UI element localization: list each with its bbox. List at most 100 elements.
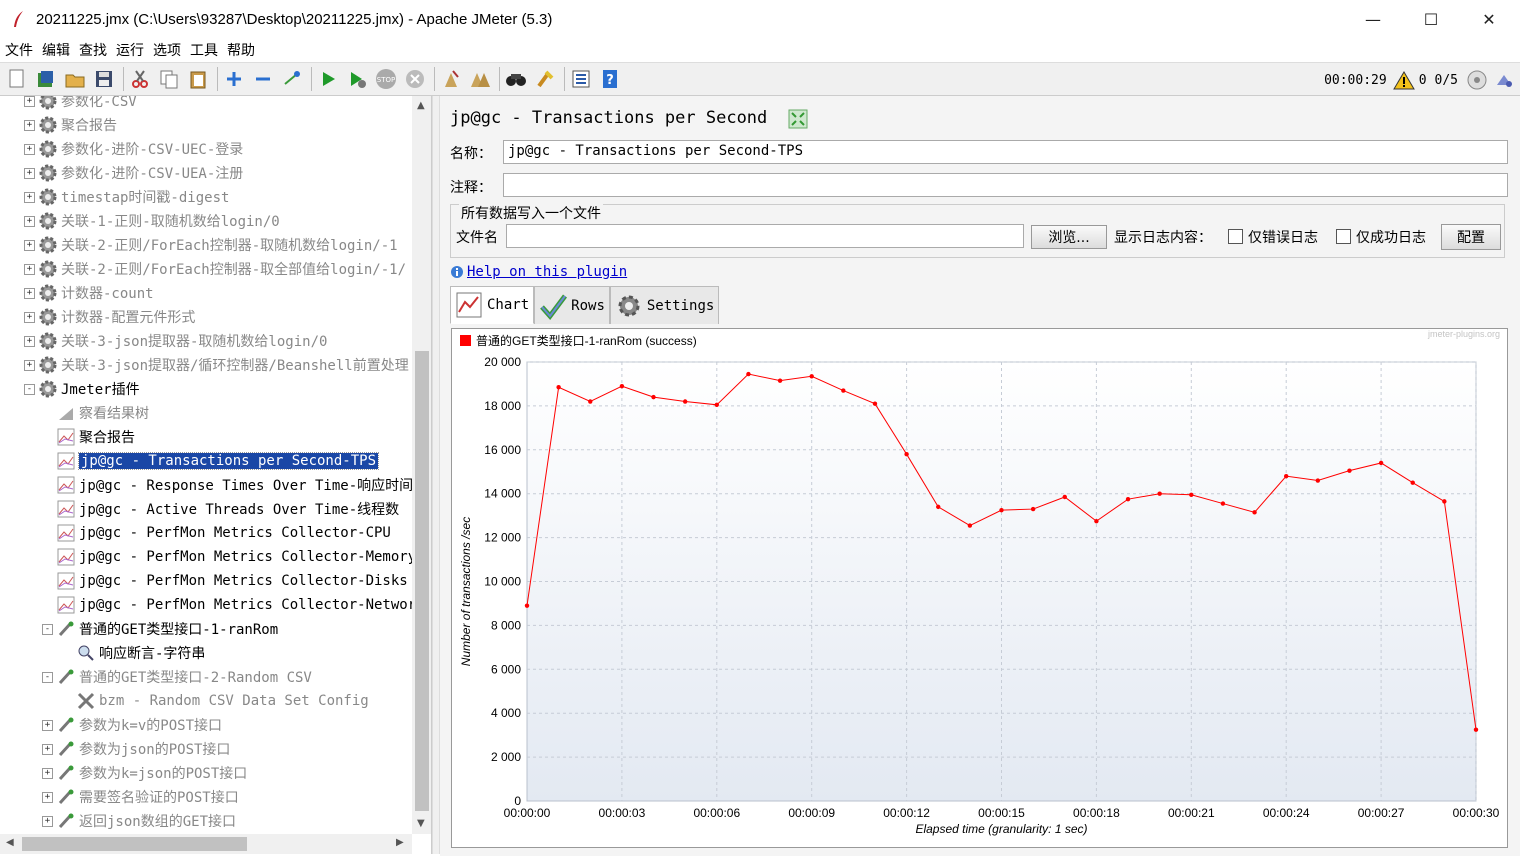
- expand-node-icon[interactable]: +: [24, 215, 35, 227]
- stop-icon[interactable]: STOP: [373, 66, 399, 92]
- menu-file[interactable]: 文件: [4, 40, 34, 60]
- tree-node[interactable]: + 关联-2-正则/ForEach控制器-取随机数给login/-1: [24, 233, 398, 257]
- name-field[interactable]: jp@gc - Transactions per Second-TPS: [503, 140, 1508, 164]
- tab-chart[interactable]: Chart: [450, 286, 535, 324]
- collapse-node-icon[interactable]: -: [42, 671, 53, 683]
- warning-icon[interactable]: [1392, 70, 1415, 90]
- expand-node-icon[interactable]: +: [42, 791, 53, 803]
- help-link[interactable]: Help on this plugin: [467, 264, 627, 280]
- scroll-up-icon[interactable]: ▲: [417, 100, 425, 111]
- expand-node-icon[interactable]: +: [24, 263, 35, 275]
- templates-icon[interactable]: [33, 66, 59, 92]
- configure-button[interactable]: 配置: [1441, 224, 1501, 250]
- expand-node-icon[interactable]: +: [24, 311, 35, 323]
- start-no-pause-icon[interactable]: [344, 66, 370, 92]
- tree-node[interactable]: + 关联-1-正则-取随机数给login/0: [24, 209, 280, 233]
- tree-node[interactable]: + 聚合报告: [24, 113, 117, 137]
- paste-icon[interactable]: [185, 66, 211, 92]
- function-helper-icon[interactable]: [568, 66, 594, 92]
- comment-field[interactable]: [503, 173, 1508, 197]
- browse-button[interactable]: 浏览...: [1031, 225, 1107, 249]
- expand-node-icon[interactable]: +: [24, 143, 35, 155]
- tree-node[interactable]: jp@gc - Response Times Over Time-响应时间: [42, 473, 412, 497]
- expand-node-icon[interactable]: +: [24, 287, 35, 299]
- expand-node-icon[interactable]: +: [24, 335, 35, 347]
- expand-panel-icon[interactable]: [788, 109, 808, 133]
- scroll-down-icon[interactable]: ▼: [417, 818, 425, 829]
- scroll-right-icon[interactable]: ▶: [396, 837, 404, 848]
- tree-node[interactable]: - 普通的GET类型接口-1-ranRom: [42, 617, 278, 641]
- help-icon[interactable]: ?: [597, 66, 623, 92]
- expand-node-icon[interactable]: +: [42, 719, 53, 731]
- expand-node-icon[interactable]: +: [42, 767, 53, 779]
- tree-node[interactable]: + 参数为json的POST接口: [42, 737, 230, 761]
- success-only-checkbox[interactable]: [1336, 229, 1351, 244]
- save-icon[interactable]: [91, 66, 117, 92]
- expand-node-icon[interactable]: +: [42, 743, 53, 755]
- start-icon[interactable]: [315, 66, 341, 92]
- close-button[interactable]: ✕: [1460, 0, 1518, 38]
- tree-horizontal-scrollbar[interactable]: ◀ ▶: [0, 834, 412, 854]
- tree-node[interactable]: jp@gc - Transactions per Second-TPS: [42, 449, 380, 473]
- minimize-button[interactable]: —: [1344, 0, 1402, 38]
- open-icon[interactable]: [62, 66, 88, 92]
- expand-node-icon[interactable]: +: [24, 359, 35, 371]
- tree-node[interactable]: + 参数化-进阶-CSV-UEC-登录: [24, 137, 243, 161]
- tree-node[interactable]: + 关联-2-正则/ForEach控制器-取全部值给login/-1/: [24, 257, 406, 281]
- tree-node[interactable]: + 返回json数组的GET接口: [42, 809, 236, 833]
- clear-icon[interactable]: [438, 66, 464, 92]
- tree-node[interactable]: + 参数化-进阶-CSV-UEA-注册: [24, 161, 243, 185]
- expand-node-icon[interactable]: +: [24, 167, 35, 179]
- cut-icon[interactable]: [127, 66, 153, 92]
- menu-edit[interactable]: 编辑: [41, 40, 71, 60]
- errors-only-checkbox[interactable]: [1228, 229, 1243, 244]
- menu-help[interactable]: 帮助: [226, 40, 256, 60]
- new-icon[interactable]: [4, 66, 30, 92]
- search-icon[interactable]: [503, 66, 529, 92]
- expand-node-icon[interactable]: +: [24, 119, 35, 131]
- split-pane-divider[interactable]: [432, 96, 440, 854]
- tree-node[interactable]: 聚合报告: [42, 425, 135, 449]
- reset-search-icon[interactable]: [532, 66, 558, 92]
- tree-node[interactable]: + 参数为k=v的POST接口: [42, 713, 222, 737]
- tree-node[interactable]: + 关联-3-json提取器-取随机数给login/0: [24, 329, 327, 353]
- clear-all-icon[interactable]: [467, 66, 493, 92]
- tree-node[interactable]: + timestap时间戳-digest: [24, 185, 229, 209]
- remote-icon[interactable]: [1494, 70, 1514, 90]
- tree-node[interactable]: jp@gc - PerfMon Metrics Collector-Memory: [42, 545, 412, 569]
- collapse-node-icon[interactable]: -: [42, 623, 53, 635]
- tree-node[interactable]: + 需要签名验证的POST接口: [42, 785, 239, 809]
- tree-node[interactable]: + 参数为k=json的POST接口: [42, 761, 247, 785]
- tree-vertical-scrollbar[interactable]: ▲ ▼: [412, 96, 431, 834]
- collapse-icon[interactable]: [250, 66, 276, 92]
- expand-node-icon[interactable]: +: [42, 815, 53, 827]
- shutdown-icon[interactable]: [402, 66, 428, 92]
- menu-search[interactable]: 查找: [78, 40, 108, 60]
- tab-rows[interactable]: Rows: [534, 286, 610, 324]
- scroll-left-icon[interactable]: ◀: [6, 837, 14, 848]
- tree-node[interactable]: jp@gc - Active Threads Over Time-线程数: [42, 497, 399, 521]
- tree-node[interactable]: 察看结果树: [42, 401, 149, 425]
- filename-field[interactable]: [506, 224, 1024, 248]
- tree-node[interactable]: bzm - Random CSV Data Set Config: [62, 689, 369, 713]
- toggle-icon[interactable]: [279, 66, 305, 92]
- collapse-node-icon[interactable]: -: [24, 383, 35, 395]
- tree-node[interactable]: - 普通的GET类型接口-2-Random CSV: [42, 665, 312, 689]
- tree-scroll-thumb[interactable]: [415, 351, 429, 811]
- copy-icon[interactable]: [156, 66, 182, 92]
- tree-node[interactable]: jp@gc - PerfMon Metrics Collector-Networ…: [42, 593, 412, 617]
- tree-node[interactable]: + 参数化-CSV: [24, 96, 137, 113]
- tree-node[interactable]: + 关联-3-json提取器/循环控制器/Beanshell前置处理: [24, 353, 409, 377]
- tree-node[interactable]: + 计数器-配置元件形式: [24, 305, 195, 329]
- expand-node-icon[interactable]: +: [24, 239, 35, 251]
- expand-node-icon[interactable]: +: [24, 191, 35, 203]
- tree-hscroll-thumb[interactable]: [22, 837, 247, 851]
- expand-node-icon[interactable]: +: [24, 96, 35, 107]
- menu-tools[interactable]: 工具: [189, 40, 219, 60]
- tree-node[interactable]: jp@gc - PerfMon Metrics Collector-Disks: [42, 569, 408, 593]
- tab-settings[interactable]: Settings: [609, 286, 720, 324]
- menu-options[interactable]: 选项: [152, 40, 182, 60]
- expand-icon[interactable]: [221, 66, 247, 92]
- tree-node[interactable]: 响应断言-字符串: [62, 641, 205, 665]
- tree-node[interactable]: jp@gc - PerfMon Metrics Collector-CPU: [42, 521, 391, 545]
